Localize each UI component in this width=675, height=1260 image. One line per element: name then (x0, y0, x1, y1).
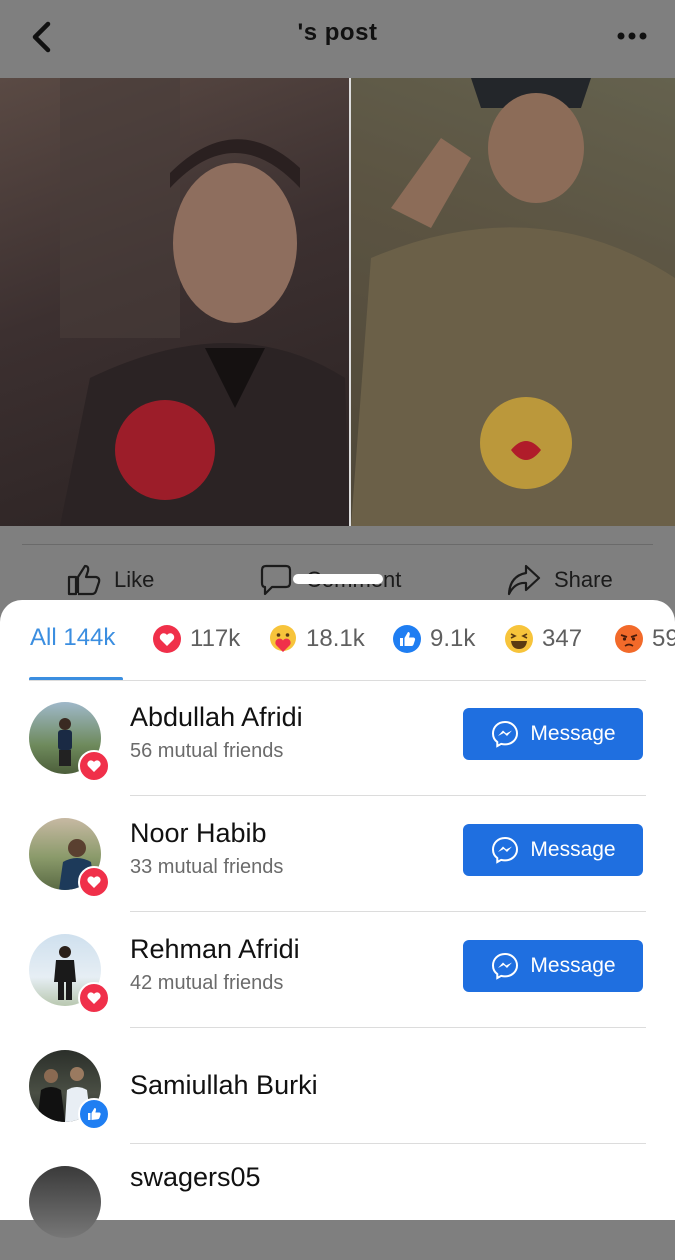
person-name[interactable]: swagers05 (130, 1162, 261, 1193)
avatar[interactable] (29, 1166, 101, 1238)
messenger-icon (492, 836, 519, 864)
mutual-friends: 33 mutual friends (130, 856, 284, 878)
tab-haha-count: 347 (542, 625, 583, 652)
mutual-friends: 56 mutual friends (130, 740, 284, 762)
angry-icon (615, 625, 643, 653)
tab-all[interactable]: All 144k (30, 624, 115, 652)
like-icon (393, 625, 421, 653)
tab-love[interactable]: 117k (152, 624, 240, 654)
person-row[interactable]: Noor Habib 33 mutual friends Message (0, 796, 675, 912)
person-row[interactable]: Rehman Afridi 42 mutual friends Message (0, 912, 675, 1028)
action-divider (22, 544, 653, 545)
tab-like-count: 9.1k (430, 625, 476, 652)
post-action-bar: Like Comment Share (0, 526, 675, 606)
back-icon[interactable] (26, 18, 60, 56)
person-row[interactable]: swagers05 (0, 1144, 675, 1260)
love-badge-icon (78, 750, 110, 782)
message-button[interactable]: Message (463, 940, 643, 992)
message-label: Message (530, 954, 616, 977)
share-icon (507, 564, 541, 596)
messenger-icon (492, 952, 519, 980)
love-badge-icon (78, 866, 110, 898)
message-label: Message (530, 838, 616, 861)
post-title: 's post (297, 19, 378, 46)
share-label: Share (554, 567, 613, 592)
like-label: Like (114, 567, 155, 592)
reactions-sheet: All 144k 117k 18.1k 9.1k 347 59 Abdullah… (0, 600, 675, 1238)
post-photo[interactable] (0, 78, 675, 526)
person-row[interactable]: Abdullah Afridi 56 mutual friends Messag… (0, 680, 675, 796)
tab-angry-count: 59 (652, 625, 675, 652)
like-badge-icon (78, 1098, 110, 1130)
tab-care[interactable]: 18.1k (268, 624, 365, 654)
haha-icon (505, 625, 533, 653)
photo-left-panel (0, 78, 349, 526)
tab-care-count: 18.1k (306, 625, 365, 652)
person-name[interactable]: Abdullah Afridi (130, 702, 303, 733)
mutual-friends: 42 mutual friends (130, 972, 284, 994)
person-row[interactable]: Samiullah Burki (0, 1028, 675, 1144)
care-icon (270, 625, 296, 652)
tab-haha[interactable]: 347 (504, 624, 582, 654)
comment-icon (260, 564, 292, 596)
person-name[interactable]: Samiullah Burki (130, 1070, 318, 1101)
tab-like[interactable]: 9.1k (392, 624, 475, 654)
person-name[interactable]: Rehman Afridi (130, 934, 300, 965)
more-options-icon[interactable] (615, 22, 649, 50)
sheet-drag-handle[interactable] (293, 574, 383, 584)
tab-love-count: 117k (190, 625, 241, 652)
photo-right-panel (351, 78, 675, 526)
love-icon (153, 625, 181, 653)
person-name[interactable]: Noor Habib (130, 818, 267, 849)
tab-all-label: All 144k (30, 624, 116, 651)
person-left-illustration (60, 78, 349, 526)
reaction-tabs: All 144k 117k 18.1k 9.1k 347 59 (0, 600, 675, 682)
post-header: 's post (0, 0, 675, 78)
like-button[interactable]: Like (66, 562, 154, 598)
share-button[interactable]: Share (506, 562, 613, 598)
message-button[interactable]: Message (463, 824, 643, 876)
message-button[interactable]: Message (463, 708, 643, 760)
thumbs-up-icon (67, 564, 101, 596)
tab-angry[interactable]: 59 (614, 624, 675, 654)
message-label: Message (530, 722, 616, 745)
love-badge-icon (78, 982, 110, 1014)
messenger-icon (492, 720, 519, 748)
person-right-illustration (351, 78, 675, 526)
